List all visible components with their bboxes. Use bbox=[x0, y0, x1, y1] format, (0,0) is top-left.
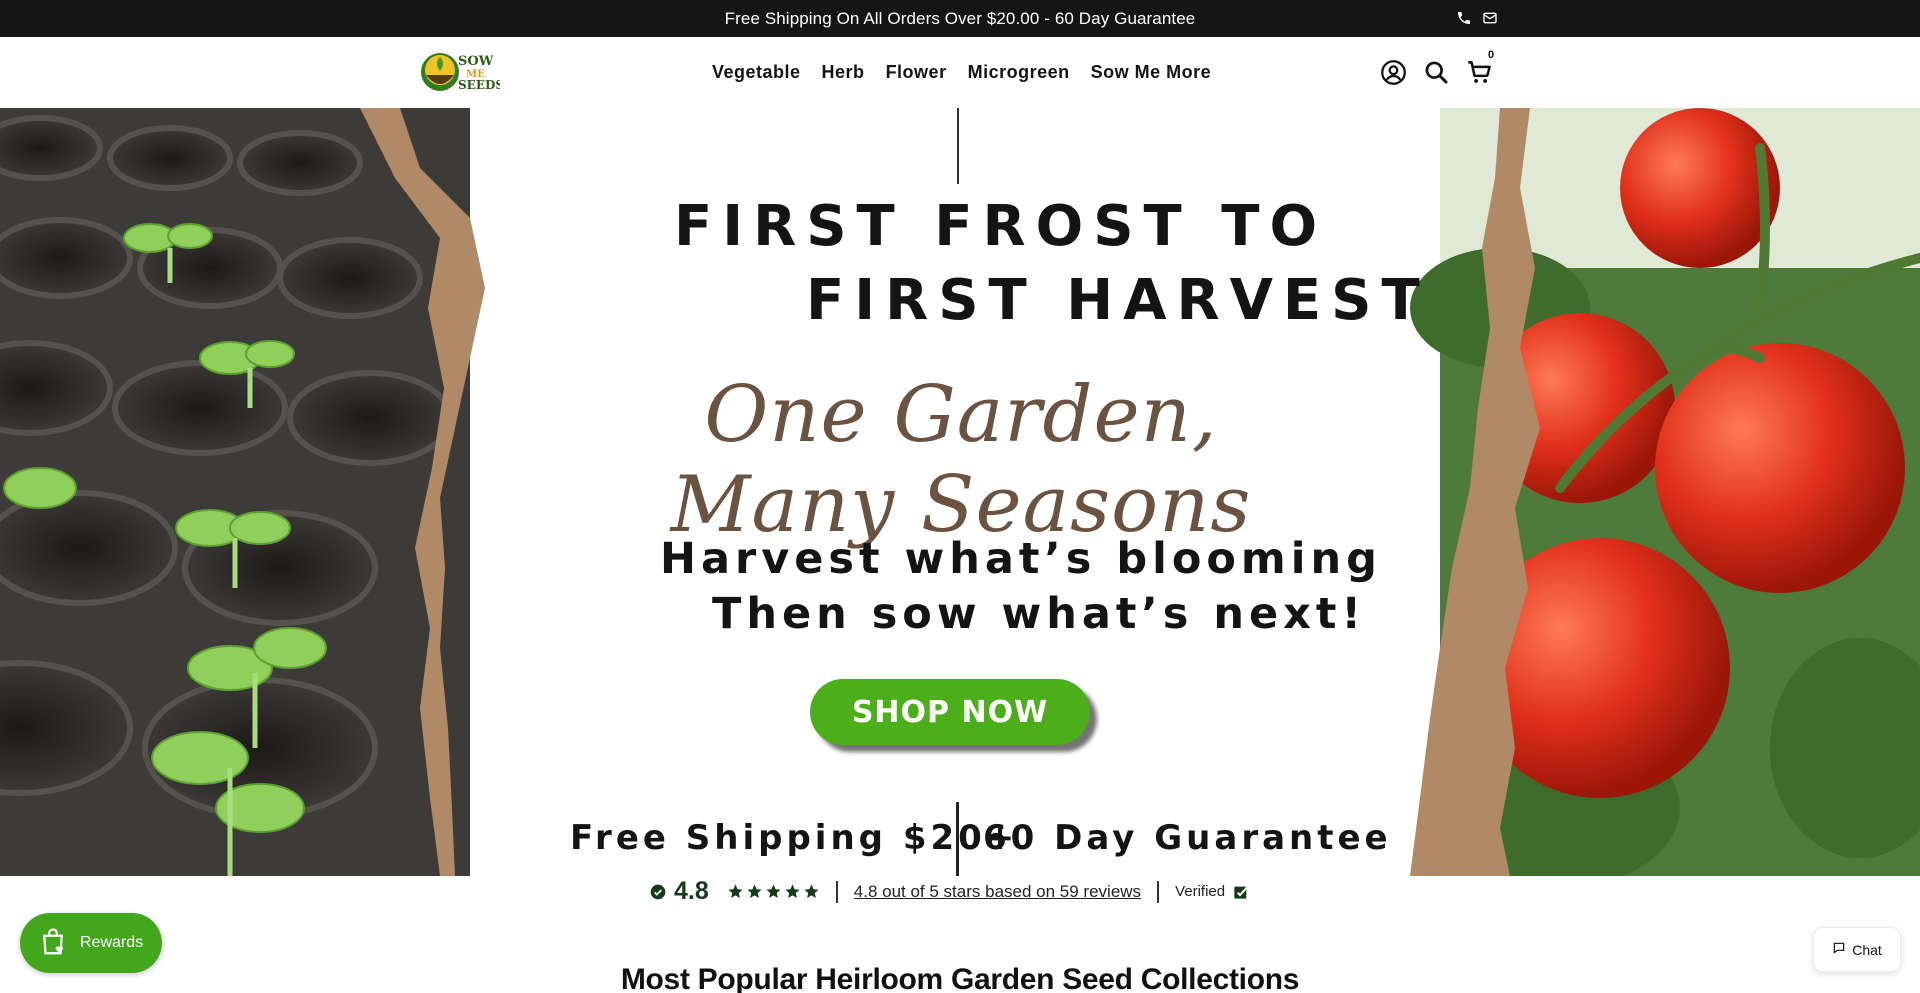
reviews-summary: 4.8 4.8 out of 5 stars based on 59 revie… bbox=[650, 876, 1249, 907]
rating-score: 4.8 bbox=[674, 877, 709, 905]
nav-item-vegetable[interactable]: Vegetable bbox=[712, 62, 801, 83]
reviews-divider bbox=[835, 880, 838, 903]
hero-subheading-line2: Then sow what’s next! bbox=[712, 589, 1367, 639]
chat-label: Chat bbox=[1852, 941, 1882, 958]
star-icon bbox=[784, 883, 801, 900]
star-icon bbox=[727, 883, 744, 900]
logo-text-seeds: SEEDS bbox=[458, 78, 500, 92]
mail-icon[interactable] bbox=[1482, 10, 1498, 26]
search-icon[interactable] bbox=[1423, 59, 1450, 86]
site-logo[interactable]: SOW ME SEEDS bbox=[420, 49, 504, 95]
account-icon[interactable] bbox=[1380, 59, 1407, 86]
benefit-free-shipping: Free Shipping $20+ bbox=[570, 818, 1019, 858]
hero-script-tagline: One Garden, Many Seasons bbox=[670, 370, 1252, 550]
star-icon bbox=[803, 883, 820, 900]
chat-button[interactable]: Chat bbox=[1813, 927, 1901, 972]
reviews-summary-link[interactable]: 4.8 out of 5 stars based on 59 reviews bbox=[854, 882, 1141, 902]
rating-stars bbox=[727, 883, 820, 900]
hero-headline-line2: FIRST HARVEST bbox=[806, 268, 1430, 333]
verified-label: Verified bbox=[1175, 883, 1226, 900]
main-nav: Vegetable Herb Flower Microgreen Sow Me … bbox=[712, 37, 1211, 108]
nav-item-sow-me-more[interactable]: Sow Me More bbox=[1091, 62, 1212, 83]
rewards-label: Rewards bbox=[80, 934, 144, 951]
hero-headline-line1: FIRST FROST TO bbox=[674, 194, 1328, 259]
phone-icon[interactable] bbox=[1456, 10, 1472, 26]
shopping-bag-heart-icon bbox=[38, 927, 68, 960]
reviews-divider bbox=[1157, 880, 1160, 903]
cart-count-badge: 0 bbox=[1488, 49, 1495, 61]
announcement-text: Free Shipping On All Orders Over $20.00 … bbox=[724, 9, 1196, 28]
nav-item-herb[interactable]: Herb bbox=[822, 62, 865, 83]
announcement-bar: Free Shipping On All Orders Over $20.00 … bbox=[0, 0, 1920, 37]
logo-text-sow: SOW bbox=[458, 54, 494, 69]
nav-item-microgreen[interactable]: Microgreen bbox=[968, 62, 1070, 83]
hero-banner: FIRST FROST TO FIRST HARVEST One Garden,… bbox=[0, 108, 1920, 876]
site-header: SOW ME SEEDS Vegetable Herb Flower Micro… bbox=[0, 37, 1920, 108]
chat-bubble-icon bbox=[1832, 941, 1846, 958]
rewards-button[interactable]: Rewards bbox=[20, 913, 162, 973]
benefit-guarantee: 60 Day Guarantee bbox=[983, 818, 1392, 858]
star-icon bbox=[746, 883, 763, 900]
section-title: Most Popular Heirloom Garden Seed Collec… bbox=[620, 963, 1300, 993]
cart-icon[interactable]: 0 bbox=[1466, 49, 1494, 86]
verified-badge-icon bbox=[1233, 884, 1249, 900]
hero-divider-top bbox=[957, 108, 959, 184]
shop-now-button[interactable]: SHOP NOW bbox=[810, 679, 1090, 745]
star-icon bbox=[765, 883, 782, 900]
benefit-divider bbox=[956, 802, 959, 876]
hero-subheading-line1: Harvest what’s blooming bbox=[660, 534, 1382, 584]
nav-item-flower[interactable]: Flower bbox=[886, 62, 947, 83]
verified-check-icon bbox=[650, 884, 666, 900]
